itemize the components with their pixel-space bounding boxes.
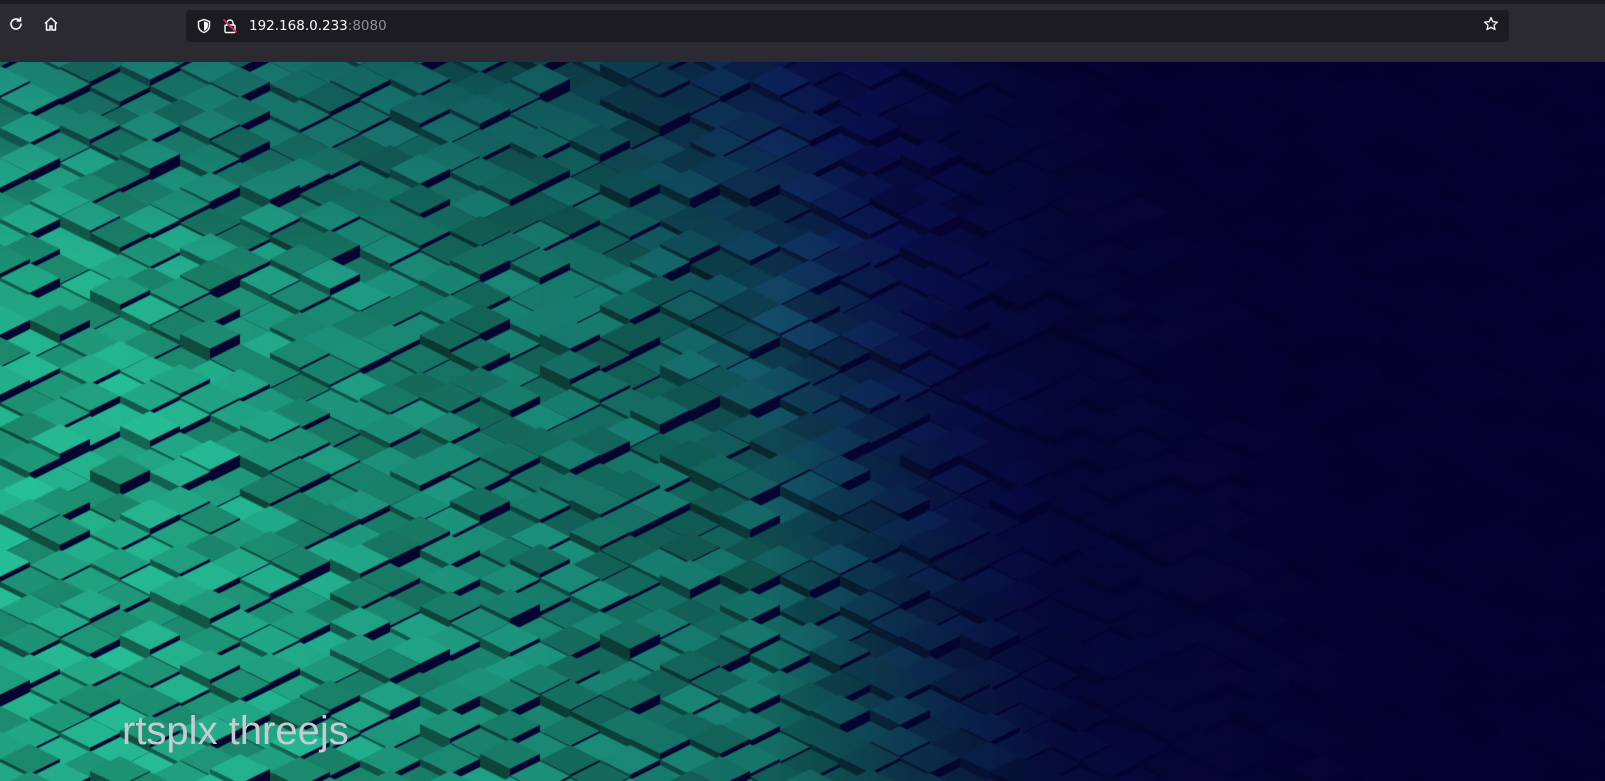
url-text[interactable]: 192.168.0.233:8080: [249, 10, 387, 42]
star-icon: [1483, 16, 1499, 36]
reload-icon: [8, 16, 24, 36]
url-host: 192.168.0.233: [249, 18, 348, 34]
home-icon: [43, 16, 59, 36]
bookmark-button[interactable]: [1479, 14, 1503, 38]
threejs-canvas[interactable]: [0, 62, 1605, 781]
url-port: :8080: [347, 18, 387, 34]
reload-button[interactable]: [2, 12, 30, 40]
insecure-lock-icon[interactable]: [222, 18, 238, 34]
page-title: rtsplx threejs: [122, 709, 349, 753]
url-bar[interactable]: 192.168.0.233:8080: [186, 10, 1509, 42]
webgl-viewport[interactable]: rtsplx threejs: [0, 62, 1605, 781]
browser-toolbar: 192.168.0.233:8080: [0, 0, 1605, 62]
shield-icon[interactable]: [196, 18, 212, 34]
home-button[interactable]: [37, 12, 65, 40]
